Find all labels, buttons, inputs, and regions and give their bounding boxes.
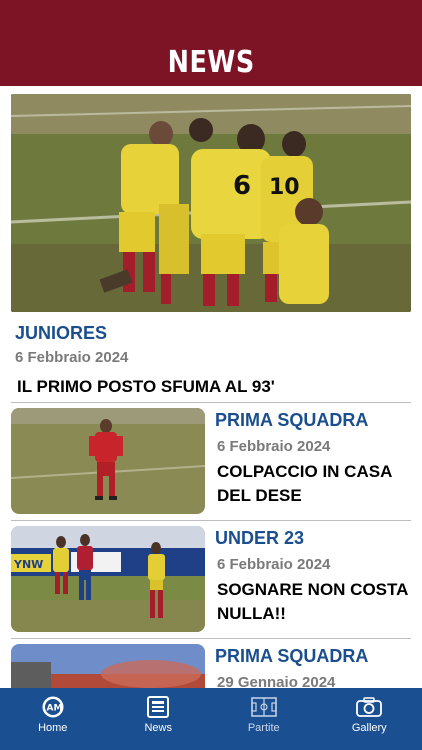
svg-text:YNW: YNW bbox=[13, 558, 43, 571]
match-action-image: YNW bbox=[11, 526, 205, 632]
featured-news-image[interactable]: 6 10 bbox=[11, 94, 411, 312]
tab-home[interactable]: AM Home bbox=[0, 688, 106, 750]
stadium-smoke-image bbox=[11, 644, 205, 688]
tab-label: Home bbox=[38, 722, 68, 734]
app-header: NEWS bbox=[0, 0, 422, 86]
news-headline[interactable]: IL PRIMO POSTO SFUMA AL 93' bbox=[17, 375, 275, 399]
news-icon bbox=[145, 696, 171, 718]
tab-label: News bbox=[144, 722, 172, 734]
tab-gallery[interactable]: Gallery bbox=[317, 688, 422, 750]
list-item[interactable]: YNW UNDER 23 6 Febbraio 2024 SOGNARE NON… bbox=[11, 526, 411, 636]
list-item[interactable]: PRIMA SQUADRA 6 Febbraio 2024 COLPACCIO … bbox=[11, 408, 411, 518]
news-thumbnail[interactable]: YNW bbox=[11, 526, 205, 632]
divider bbox=[11, 520, 411, 521]
news-headline[interactable]: COLPACCIO IN CASA DEL DESE bbox=[217, 460, 409, 508]
tab-label: Gallery bbox=[351, 722, 387, 734]
svg-text:10: 10 bbox=[269, 175, 300, 200]
list-item[interactable]: PRIMA SQUADRA 29 Gennaio 2024 bbox=[11, 644, 411, 688]
tab-label: Partite bbox=[247, 722, 280, 734]
pitch-icon bbox=[251, 696, 277, 718]
news-thumbnail[interactable] bbox=[11, 408, 205, 514]
goalkeeper-image bbox=[11, 408, 205, 514]
news-date: 6 Febbraio 2024 bbox=[15, 349, 129, 366]
news-headline[interactable]: SOGNARE NON COSTA NULLA!! bbox=[217, 578, 409, 626]
news-thumbnail[interactable] bbox=[11, 644, 205, 688]
divider bbox=[11, 638, 411, 639]
bottom-tab-bar: AM Home News Partite Gallery bbox=[0, 688, 422, 750]
page-title: NEWS bbox=[167, 45, 255, 80]
players-celebrating-image: 6 10 bbox=[11, 94, 411, 312]
svg-text:6: 6 bbox=[233, 171, 251, 201]
news-date: 6 Febbraio 2024 bbox=[217, 556, 331, 573]
news-category: PRIMA SQUADRA bbox=[215, 410, 369, 430]
svg-text:AM: AM bbox=[46, 704, 62, 714]
news-category: JUNIORES bbox=[15, 323, 108, 343]
news-list[interactable]: 6 10 JUNIORES 6 Febbraio 2024 IL PRIMO P… bbox=[0, 86, 422, 688]
news-category: PRIMA SQUADRA bbox=[215, 646, 369, 666]
camera-icon bbox=[356, 696, 383, 718]
news-date: 6 Febbraio 2024 bbox=[217, 438, 331, 455]
news-date: 29 Gennaio 2024 bbox=[217, 674, 336, 688]
news-category: UNDER 23 bbox=[215, 528, 305, 548]
divider bbox=[11, 402, 411, 403]
featured-news-card[interactable]: 6 10 JUNIORES 6 Febbraio 2024 IL PRIMO P… bbox=[11, 94, 411, 396]
tab-partite[interactable]: Partite bbox=[211, 688, 317, 750]
club-logo-icon: AM bbox=[40, 696, 66, 718]
tab-news[interactable]: News bbox=[106, 688, 212, 750]
